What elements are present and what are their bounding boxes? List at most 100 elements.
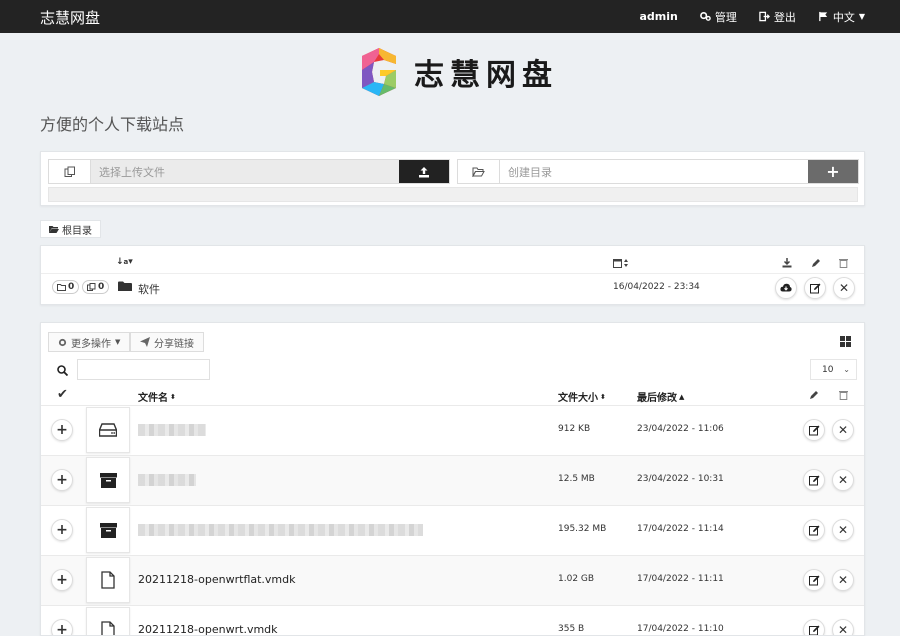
header-file-name[interactable]: 文件名 ⬍ (138, 389, 176, 405)
breadcrumb-root[interactable]: 根目录 (40, 220, 101, 238)
directory-panel: ↓a▾ 0 0 软件 16/04/2022 - 23:34 ✕ (40, 245, 865, 305)
folder-icon (57, 283, 66, 291)
close-icon: ✕ (838, 281, 850, 295)
file-modified: 17/04/2022 - 11:10 (637, 624, 724, 634)
top-navbar: 志慧网盘 admin 管理 登出 中文 ▼ (0, 0, 900, 33)
manage-link[interactable]: 管理 (699, 9, 737, 25)
edit-header-icon (811, 257, 821, 271)
mkdir-name-input[interactable]: 创建目录 (500, 160, 808, 183)
file-modified: 23/04/2022 - 10:31 (637, 474, 724, 484)
files-icon (87, 283, 96, 291)
expand-row-button[interactable]: + (51, 619, 73, 636)
file-thumbnail[interactable] (86, 407, 130, 453)
edit-icon (808, 475, 819, 485)
edit-icon (808, 625, 819, 635)
logout-link[interactable]: 登出 (759, 9, 796, 25)
rename-file-button[interactable] (803, 469, 825, 491)
plus-icon: + (56, 572, 68, 588)
logo-text: 志慧网盘 (414, 58, 558, 93)
directory-name-link[interactable]: 软件 (138, 281, 160, 297)
file-thumbnail[interactable] (86, 507, 130, 553)
close-icon: ✕ (837, 473, 849, 487)
sort-up-icon: ▲ (679, 392, 685, 401)
file-name-obscured[interactable] (138, 424, 206, 436)
file-thumbnail[interactable] (86, 457, 130, 503)
upload-file-field[interactable]: 选择上传文件 (91, 160, 399, 183)
folder-count: 0 (68, 282, 75, 292)
directory-modified: 16/04/2022 - 23:34 (613, 282, 700, 292)
upload-button[interactable] (399, 160, 449, 183)
file-size: 195.32 MB (558, 524, 607, 534)
delete-file-button[interactable]: ✕ (832, 419, 854, 441)
download-zip-button[interactable] (775, 277, 797, 299)
header-last-modified[interactable]: 最后修改 ▲ (637, 389, 685, 405)
sort-icon: ⬍ (170, 392, 176, 401)
header-file-size[interactable]: 文件大小 ⬍ (558, 389, 606, 405)
expand-row-button[interactable]: + (51, 419, 73, 441)
user-name: admin (639, 10, 678, 23)
plus-icon: + (56, 422, 68, 438)
mkdir-addon (458, 160, 500, 183)
close-icon: ✕ (837, 623, 849, 636)
header-name-label: 文件名 (138, 393, 168, 404)
delete-file-button[interactable]: ✕ (832, 569, 854, 591)
expand-row-button[interactable]: + (51, 569, 73, 591)
filter-input[interactable] (77, 359, 210, 380)
folder-open-icon (49, 225, 59, 233)
sign-out-icon (759, 11, 770, 22)
user-link[interactable]: admin (639, 10, 677, 23)
header-size-label: 文件大小 (558, 393, 598, 404)
file-size: 12.5 MB (558, 474, 595, 484)
file-size: 912 KB (558, 424, 591, 434)
file-name-link[interactable]: 20211218-openwrt.vmdk (138, 623, 278, 635)
edit-icon (808, 525, 819, 535)
copy-files-icon (64, 166, 75, 177)
delete-header-icon (839, 391, 848, 400)
language-label: 中文 (832, 10, 855, 24)
file-count-badge: 0 (82, 280, 110, 294)
site-logo: 志慧网盘 (362, 48, 558, 96)
file-icon (101, 621, 115, 635)
rename-file-button[interactable] (803, 619, 825, 635)
delete-file-button[interactable]: ✕ (832, 519, 854, 541)
plus-icon: + (56, 622, 68, 636)
hard-drive-icon (99, 423, 117, 437)
breadcrumb-root-label: 根目录 (62, 225, 92, 237)
folder-count-badge: 0 (52, 280, 80, 294)
file-thumbnail[interactable] (86, 557, 130, 603)
upload-addon (49, 160, 91, 183)
file-name-obscured[interactable] (138, 474, 196, 486)
file-size: 355 B (558, 624, 585, 634)
language-dropdown[interactable]: 中文 ▼ (818, 9, 865, 25)
page-size-select[interactable]: 10 ⌄ (810, 359, 857, 380)
file-modified: 17/04/2022 - 11:14 (637, 524, 724, 534)
mkdir-button[interactable]: + (808, 160, 858, 183)
file-modified: 17/04/2022 - 11:11 (637, 574, 724, 584)
rename-file-button[interactable] (803, 419, 825, 441)
file-size: 1.02 GB (558, 574, 595, 584)
delete-directory-button[interactable]: ✕ (833, 277, 855, 299)
brand-link[interactable]: 志慧网盘 (40, 7, 100, 28)
rename-file-button[interactable] (803, 569, 825, 591)
file-name-obscured[interactable] (138, 524, 423, 536)
delete-file-button[interactable]: ✕ (832, 619, 854, 636)
select-all-checkbox[interactable]: ✔ (57, 387, 68, 402)
file-name-link[interactable]: 20211218-openwrtflat.vmdk (138, 573, 296, 586)
file-thumbnail[interactable] (86, 607, 130, 635)
grid-view-icon[interactable] (840, 336, 851, 350)
flag-icon (819, 11, 828, 22)
rename-directory-button[interactable] (804, 277, 826, 299)
sort-alpha-icon[interactable]: ↓a▾ (116, 257, 133, 267)
more-actions-dropdown[interactable]: 更多操作 ▼ (48, 332, 131, 352)
calendar-sort-icon[interactable] (613, 257, 629, 271)
rename-file-button[interactable] (803, 519, 825, 541)
mkdir-input-group: 创建目录 + (457, 159, 859, 184)
logo-g-icon (362, 48, 396, 96)
delete-header-icon (839, 257, 848, 271)
gears-icon (699, 12, 711, 21)
delete-file-button[interactable]: ✕ (832, 469, 854, 491)
expand-row-button[interactable]: + (51, 469, 73, 491)
expand-row-button[interactable]: + (51, 519, 73, 541)
share-link-button[interactable]: 分享链接 (130, 332, 204, 352)
file-row: + 195.32 MB 17/04/2022 - 11:14 ✕ (41, 505, 864, 555)
